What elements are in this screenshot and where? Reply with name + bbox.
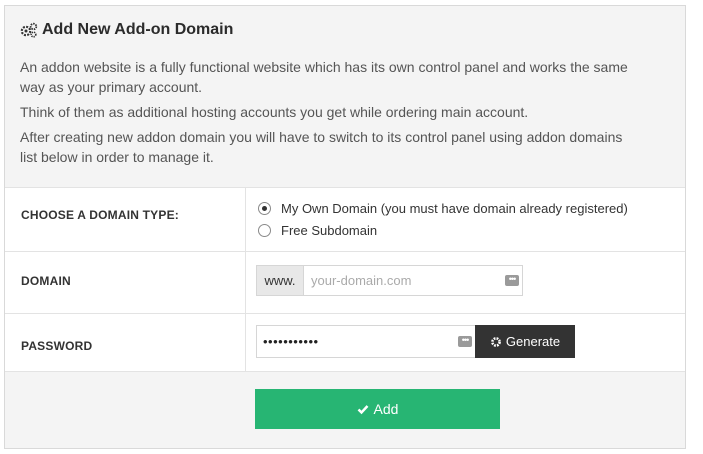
dots-icon[interactable]: •••	[458, 336, 472, 347]
row-divider	[245, 188, 246, 252]
radio-free-subdomain[interactable]: Free Subdomain	[258, 223, 377, 238]
page-title: Add New Add-on Domain	[20, 21, 233, 39]
description-paragraph: An addon website is a fully functional w…	[20, 59, 628, 95]
cog-icon	[490, 336, 501, 347]
radio-own-domain-circle[interactable]	[258, 202, 271, 215]
add-button[interactable]: Add	[255, 389, 500, 429]
add-addon-domain-panel: Add New Add-on Domain An addon website i…	[4, 5, 686, 449]
domain-type-label: CHOOSE A DOMAIN TYPE:	[21, 208, 179, 222]
description-paragraph: After creating new addon domain you will…	[20, 129, 623, 165]
description-paragraph: Think of them as additional hosting acco…	[20, 104, 529, 120]
check-icon	[357, 404, 368, 414]
radio-free-subdomain-circle[interactable]	[258, 224, 271, 237]
radio-own-domain-label: My Own Domain (you must have domain alre…	[281, 201, 628, 216]
domain-type-row: CHOOSE A DOMAIN TYPE: My Own Domain (you…	[5, 187, 685, 252]
password-label: PASSWORD	[21, 339, 93, 353]
gears-icon	[20, 22, 38, 38]
domain-input[interactable]: your-domain.com	[303, 265, 523, 296]
panel-header: Add New Add-on Domain An addon website i…	[5, 6, 685, 187]
generate-button-label: Generate	[505, 334, 561, 349]
domain-label: DOMAIN	[21, 274, 71, 288]
row-divider	[245, 252, 246, 314]
row-divider	[245, 314, 246, 371]
domain-row: DOMAIN www. your-domain.com •••	[5, 251, 685, 314]
generate-button[interactable]: Generate	[475, 325, 575, 358]
radio-own-domain[interactable]: My Own Domain (you must have domain alre…	[258, 201, 628, 216]
domain-prefix: www.	[256, 265, 304, 296]
page-title-text: Add New Add-on Domain	[42, 21, 234, 38]
password-row: PASSWORD ••••••••••• ••• Generate	[5, 313, 685, 372]
radio-free-subdomain-label: Free Subdomain	[281, 223, 378, 238]
add-button-label: Add	[373, 401, 399, 417]
password-input[interactable]: •••••••••••	[256, 325, 476, 358]
dots-icon[interactable]: •••	[505, 275, 519, 286]
